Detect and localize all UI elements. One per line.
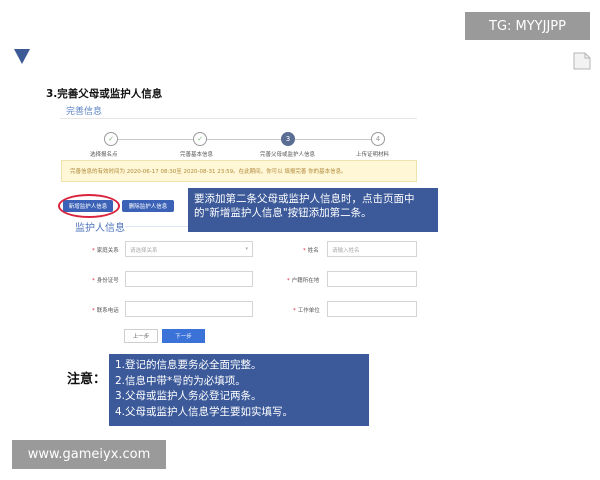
highlight-ring: [58, 194, 120, 218]
note-item: 4.父母或监护人信息学生要如实填写。: [115, 405, 294, 418]
note-item: 3.父母或监护人务必登记两条。: [115, 390, 262, 402]
id-number-label: * 身份证号: [92, 278, 119, 284]
step-1-label: 选择报名点: [90, 152, 118, 158]
note-item: 1.登记的信息要务必全面完整。: [115, 359, 262, 371]
residence-label: * 户籍所在地: [287, 278, 320, 284]
step-1-node: ✓: [104, 132, 118, 146]
employer-label: * 工作单位: [293, 308, 320, 314]
document-icon: [573, 52, 591, 70]
relation-label: * 家庭关系: [92, 248, 119, 254]
section-heading: 3.完善父母或监护人信息: [46, 88, 163, 100]
note-item: 2.信息中带*号的为必填项。: [115, 374, 246, 387]
phone-label: * 联系电话: [92, 308, 119, 314]
guardian-section-title: 监护人信息: [75, 223, 125, 234]
name-label: * 姓名: [303, 248, 319, 254]
id-number-input[interactable]: [125, 271, 253, 287]
phone-input[interactable]: [125, 301, 253, 317]
notice-banner: 完善信息的有效时间为 2020-06-17 08:30至 2020-08-31 …: [61, 160, 417, 182]
name-input[interactable]: 请输入姓名: [327, 241, 417, 257]
prev-step-button[interactable]: 上一步: [124, 329, 158, 343]
header-divider: [60, 118, 417, 119]
callout-box: 要添加第二条父母或监护人信息时，点击页面中的"新增监护人信息"按钮添加第二条。: [188, 188, 438, 232]
note-label: 注意：: [67, 372, 107, 387]
step-4-label: 上传证明材料: [356, 152, 390, 158]
triangle-down-icon: [14, 49, 30, 64]
step-4-node: 4: [371, 132, 385, 146]
step-3-node: 3: [281, 132, 295, 146]
watermark-top: TG: MYYJJPP: [465, 12, 590, 40]
watermark-bottom: www.gameiyx.com: [12, 440, 166, 469]
chevron-down-icon: ▾: [245, 246, 248, 252]
relation-select[interactable]: 请选择关系 ▾: [125, 241, 253, 257]
step-2-node: ✓: [193, 132, 207, 146]
delete-guardian-button[interactable]: 删除监护人信息: [122, 200, 174, 212]
next-step-button[interactable]: 下一步: [162, 329, 205, 343]
employer-input[interactable]: [327, 301, 417, 317]
notes-box: 1.登记的信息要务必全面完整。 2.信息中带*号的为必填项。 3.父母或监护人务…: [109, 354, 369, 426]
step-2-label: 完善基本信息: [180, 152, 214, 158]
progress-steps: ✓ 选择报名点 ✓ 完善基本信息 3 完善父母或监护人信息 4 上传证明材料: [60, 130, 420, 162]
steps-connector: [110, 139, 380, 140]
form-header: 完善信息: [66, 107, 103, 117]
step-3-label: 完善父母或监护人信息: [260, 152, 316, 158]
residence-input[interactable]: [327, 271, 417, 287]
